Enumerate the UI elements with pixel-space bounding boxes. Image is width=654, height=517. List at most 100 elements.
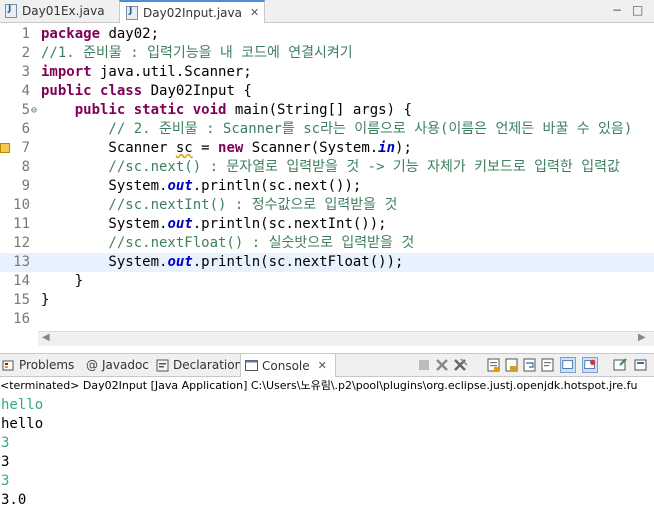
code-token: package: [41, 26, 101, 42]
code-token: //sc.nextInt() : 정수값으로 입력받을 것: [41, 197, 398, 213]
code-line[interactable]: 5 ⊖ public static void main(String[] args…: [0, 101, 654, 120]
console-input-line: 3: [1, 435, 10, 451]
tab-day01ex[interactable]: Day01Ex.java: [0, 0, 118, 22]
code-line[interactable]: 7 Scanner sc = new Scanner(System.in);: [0, 139, 654, 158]
tab-label: Problems: [19, 358, 75, 372]
console-input-line: hello: [1, 397, 44, 413]
code-token: void: [192, 102, 227, 118]
tab-day02input[interactable]: Day02Input.java ✕: [119, 0, 265, 23]
console-output[interactable]: hello hello 3 3 3 3.0: [0, 396, 654, 517]
line-number: 10: [13, 197, 30, 213]
console-output-line: hello: [1, 416, 44, 432]
code-token: Scanner: [41, 140, 176, 156]
code-text: public class Day02Input {: [41, 82, 252, 101]
close-icon[interactable]: ✕: [250, 6, 259, 19]
warning-marker-icon[interactable]: [0, 143, 10, 153]
code-token: public: [41, 83, 92, 99]
line-number: 9: [21, 178, 30, 194]
horizontal-scrollbar[interactable]: ◀ ▶: [38, 331, 654, 346]
console-icon: [245, 360, 258, 371]
code-text: //sc.next() : 문자열로 입력받을 것 -> 기능 자체가 키보드로…: [41, 158, 620, 177]
code-token: import: [41, 64, 92, 80]
declaration-icon: [156, 359, 169, 371]
code-line[interactable]: 15}: [0, 291, 654, 310]
console-output-line: 3: [1, 454, 10, 470]
code-text: }: [41, 291, 49, 310]
code-line[interactable]: 13 System.out.println(sc.nextFloat());: [0, 253, 654, 272]
code-token: .println(sc.nextFloat());: [192, 254, 404, 270]
code-token: System.: [41, 216, 168, 232]
code-line[interactable]: 10 //sc.nextInt() : 정수값으로 입력받을 것: [0, 196, 654, 215]
minimize-icon[interactable]: −: [612, 3, 622, 17]
code-line[interactable]: 12 //sc.nextFloat() : 실숫밧으로 입력받을 것: [0, 234, 654, 253]
remove-all-terminated-icon[interactable]: [452, 357, 468, 373]
fold-toggle-icon[interactable]: ⊖: [31, 101, 37, 120]
tab-javadoc[interactable]: @ Javadoc: [86, 354, 149, 376]
tab-declaration[interactable]: Declaration: [156, 354, 242, 376]
show-on-error-icon[interactable]: [582, 357, 598, 373]
code-line[interactable]: 14 }: [0, 272, 654, 291]
console-input-line: 3: [1, 473, 10, 489]
scroll-left-icon[interactable]: ◀: [42, 332, 50, 343]
display-selected-console-icon[interactable]: [634, 357, 650, 373]
code-line[interactable]: 16: [0, 310, 654, 329]
word-wrap-icon[interactable]: [522, 357, 538, 373]
show-on-output-icon[interactable]: [540, 357, 556, 373]
line-number: 6: [21, 121, 30, 137]
tab-label: Console: [262, 358, 310, 373]
code-token: java.util.Scanner;: [91, 64, 252, 80]
open-console-icon[interactable]: [612, 357, 628, 373]
code-text: //1. 준비물 : 입력기능을 내 코드에 연결시켜기: [41, 44, 353, 63]
code-token: .println(sc.next());: [192, 178, 362, 194]
remove-launch-icon[interactable]: [434, 357, 450, 373]
code-token: =: [192, 140, 219, 156]
code-token: System.: [41, 178, 168, 194]
code-line[interactable]: 8 //sc.next() : 문자열로 입력받을 것 -> 기능 자체가 키보…: [0, 158, 654, 177]
line-number: 1: [21, 26, 30, 42]
code-text: System.out.println(sc.next());: [41, 177, 361, 196]
code-line[interactable]: 4 public class Day02Input {: [0, 82, 654, 101]
code-text: import java.util.Scanner;: [41, 63, 252, 82]
line-number: 15: [13, 292, 30, 308]
scroll-lock-icon[interactable]: [504, 357, 520, 373]
code-token: class: [100, 83, 143, 99]
pin-console-icon[interactable]: [560, 357, 576, 373]
close-icon[interactable]: ✕: [318, 359, 327, 372]
line-number: 8: [21, 159, 30, 175]
code-text: // 2. 준비물 : Scanner를 sc라는 이름으로 사용(이름은 언제…: [41, 120, 632, 139]
code-token: static: [133, 102, 185, 118]
code-token: .println(sc.nextInt());: [192, 216, 387, 232]
code-text: }: [41, 272, 83, 291]
code-token: );: [395, 140, 412, 156]
code-line[interactable]: 2 //1. 준비물 : 입력기능을 내 코드에 연결시켜기: [0, 44, 654, 63]
line-number: 5: [21, 102, 30, 118]
code-line[interactable]: 3 import java.util.Scanner;: [0, 63, 654, 82]
scroll-right-icon[interactable]: ▶: [638, 332, 646, 343]
code-token: out: [167, 216, 193, 232]
line-number: 14: [13, 273, 30, 289]
clear-console-icon[interactable]: [486, 357, 502, 373]
code-line[interactable]: 11 System.out.println(sc.nextInt());: [0, 215, 654, 234]
code-token: main(String[] args) {: [226, 102, 412, 118]
code-text: //sc.nextInt() : 정수값으로 입력받을 것: [41, 196, 397, 215]
code-line[interactable]: 1 package day02;: [0, 25, 654, 44]
maximize-icon[interactable]: □: [632, 3, 643, 17]
code-text: public static void main(String[] args) {: [41, 101, 412, 120]
code-token: //1. 준비물 : 입력기능을 내 코드에 연결시켜기: [41, 45, 353, 61]
code-line[interactable]: 6 // 2. 준비물 : Scanner를 sc라는 이름으로 사용(이름은 …: [0, 120, 654, 139]
code-text: package day02;: [41, 25, 159, 44]
terminate-icon[interactable]: [416, 357, 432, 373]
tab-console[interactable]: Console ✕: [240, 354, 336, 377]
code-text: //sc.nextFloat() : 실숫밧으로 입력받을 것: [41, 234, 414, 253]
tab-problems[interactable]: Problems: [2, 354, 74, 376]
code-token: day02;: [100, 26, 160, 42]
code-token: Day02Input {: [142, 83, 252, 99]
code-token: new: [218, 140, 244, 156]
code-token: //sc.next() : 문자열로 입력받을 것 -> 기능 자체가 키보드로…: [41, 159, 620, 175]
code-editor[interactable]: 1 package day02; 2 //1. 준비물 : 입력기능을 내 코드에 연…: [0, 23, 654, 330]
code-line[interactable]: 9 System.out.println(sc.next());: [0, 177, 654, 196]
